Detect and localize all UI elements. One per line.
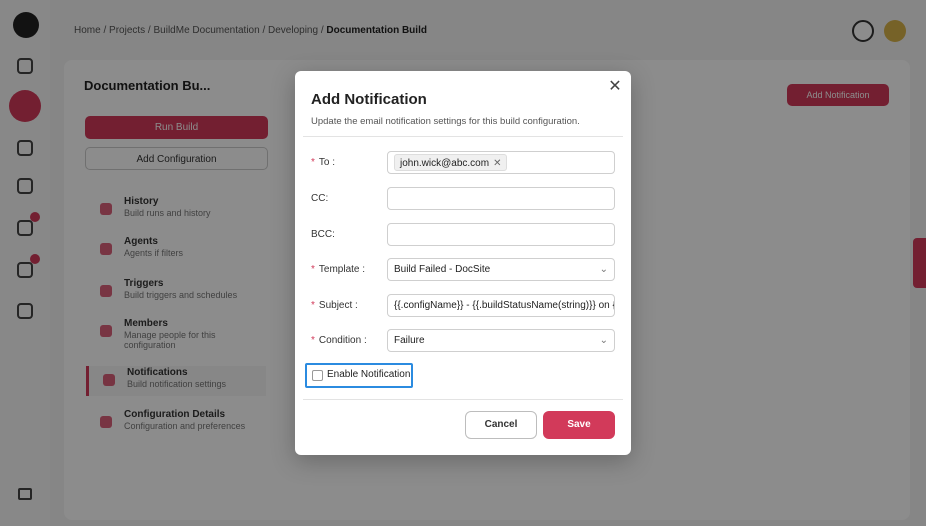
close-icon[interactable]: ✕ (607, 79, 623, 95)
cancel-button[interactable]: Cancel (465, 411, 537, 439)
cc-label: CC: (311, 193, 329, 204)
divider (303, 399, 623, 400)
template-value: Build Failed - DocSite (394, 264, 491, 275)
subject-row: * Subject : {{.configName}} - {{.buildSta… (311, 294, 615, 318)
to-row: * To : john.wick@abc.com ✕ (311, 151, 615, 175)
condition-value: Failure (394, 335, 425, 346)
bcc-field[interactable] (387, 223, 615, 246)
enable-notification-checkbox[interactable] (312, 370, 323, 381)
remove-chip-icon[interactable]: ✕ (493, 158, 501, 169)
condition-label: * Condition : (311, 335, 367, 346)
condition-select[interactable]: Failure ⌄ (387, 329, 615, 352)
bcc-label: BCC: (311, 229, 335, 240)
email-chip: john.wick@abc.com ✕ (394, 154, 508, 171)
subject-field[interactable]: {{.configName}} - {{.buildStatusName(str… (387, 294, 615, 317)
dialog-title: Add Notification (311, 91, 427, 108)
chevron-down-icon: ⌄ (599, 264, 608, 275)
cc-field[interactable] (387, 187, 615, 210)
divider (303, 136, 623, 137)
save-button[interactable]: Save (543, 411, 615, 439)
add-notification-dialog: Add Notification Update the email notifi… (295, 71, 631, 455)
chevron-down-icon: ⌄ (599, 335, 608, 346)
bcc-row: BCC: (311, 223, 615, 247)
template-select[interactable]: Build Failed - DocSite ⌄ (387, 258, 615, 281)
cc-row: CC: (311, 187, 615, 211)
to-field[interactable]: john.wick@abc.com ✕ (387, 151, 615, 174)
template-row: * Template : Build Failed - DocSite ⌄ (311, 258, 615, 282)
dialog-subtitle: Update the email notification settings f… (311, 116, 580, 127)
condition-row: * Condition : Failure ⌄ (311, 329, 615, 353)
subject-label: * Subject : (311, 300, 358, 311)
template-label: * Template : (311, 264, 366, 275)
enable-notification-toggle[interactable]: Enable Notification (305, 363, 413, 388)
enable-notification-label: Enable Notification (327, 369, 411, 380)
to-label: * To : (311, 157, 336, 168)
